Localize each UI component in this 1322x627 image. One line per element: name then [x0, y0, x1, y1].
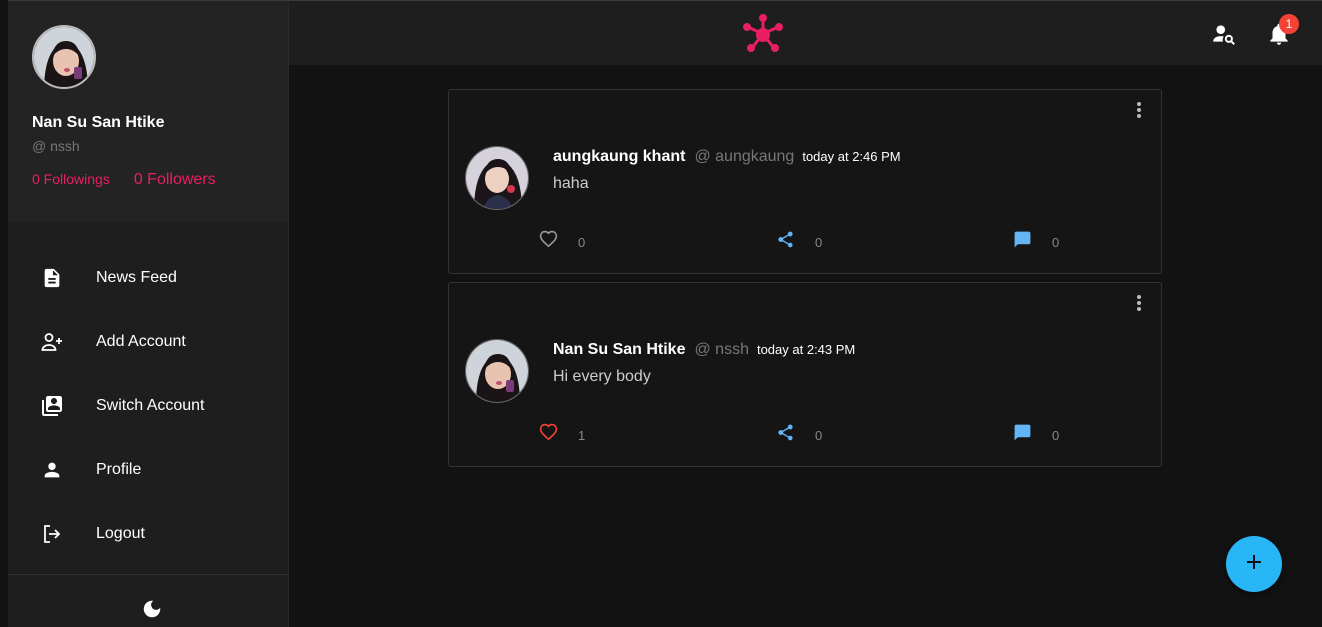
- dark-mode-toggle[interactable]: [140, 599, 164, 623]
- follow-stats: 0 Followings 0 Followers: [32, 171, 264, 189]
- sidebar-item-label: Profile: [96, 461, 142, 478]
- post-timestamp: today at 2:46 PM: [802, 149, 901, 164]
- like-count: 0: [578, 234, 586, 250]
- like-button[interactable]: 0: [539, 230, 585, 254]
- share-button[interactable]: 0: [776, 423, 822, 447]
- avatar[interactable]: [32, 25, 96, 89]
- like-button[interactable]: 1: [539, 423, 585, 447]
- post-timestamp: today at 2:43 PM: [756, 342, 856, 357]
- top-bar: 1: [289, 0, 1322, 65]
- sidebar-item-label: Logout: [96, 525, 145, 542]
- moon-icon: [141, 598, 163, 625]
- create-post-button[interactable]: [1226, 536, 1282, 592]
- sidebar-item-profile[interactable]: Profile: [8, 438, 288, 502]
- share-count: 0: [815, 234, 823, 250]
- sidebar-item-label: Add Account: [96, 333, 186, 350]
- followers-link[interactable]: 0 Followers: [134, 171, 216, 189]
- left-edge: [0, 0, 8, 627]
- followings-link[interactable]: 0 Followings: [32, 171, 110, 187]
- share-icon: [776, 423, 795, 447]
- post-author-handle: @ nssh: [694, 341, 749, 358]
- comment-icon: [1013, 230, 1032, 254]
- plus-icon: [1244, 552, 1264, 577]
- comment-button[interactable]: 0: [1013, 230, 1059, 254]
- share-count: 0: [815, 427, 823, 443]
- notification-badge: 1: [1279, 14, 1299, 34]
- share-button[interactable]: 0: [776, 230, 822, 254]
- comment-count: 0: [1052, 427, 1060, 443]
- article-icon: [40, 266, 64, 290]
- sidebar: Nan Su San Htike @ nssh 0 Followings 0 F…: [8, 0, 289, 627]
- post-header: aungkaung khant @ aungkaung today at 2:4…: [553, 148, 901, 166]
- share-icon: [776, 230, 795, 254]
- avatar[interactable]: [465, 339, 529, 403]
- post-body: haha: [553, 175, 589, 192]
- bell-icon: [1266, 23, 1292, 51]
- sidebar-item-add-account[interactable]: Add Account: [8, 310, 288, 374]
- sidebar-divider: [8, 574, 288, 575]
- more-vert-icon[interactable]: [1131, 293, 1147, 313]
- switch-account-icon: [40, 394, 64, 418]
- sidebar-item-switch-account[interactable]: Switch Account: [8, 374, 288, 438]
- post-header: Nan Su San Htike @ nssh today at 2:43 PM: [553, 341, 855, 359]
- post-body: Hi every body: [553, 368, 651, 385]
- sidebar-nav: News Feed Add Account Switch Account Pro…: [8, 222, 288, 566]
- profile-handle: @ nssh: [32, 138, 80, 154]
- profile-card: Nan Su San Htike @ nssh 0 Followings 0 F…: [8, 1, 288, 222]
- post-author-name[interactable]: Nan Su San Htike: [553, 341, 685, 359]
- person-icon: [40, 458, 64, 482]
- hub-logo-icon[interactable]: [742, 13, 784, 55]
- more-vert-icon[interactable]: [1131, 100, 1147, 120]
- profile-name: Nan Su San Htike: [32, 114, 165, 131]
- comment-count: 0: [1052, 234, 1060, 250]
- sidebar-item-label: Switch Account: [96, 397, 205, 414]
- like-count: 1: [578, 427, 586, 443]
- person-search-icon[interactable]: [1211, 21, 1237, 47]
- comment-icon: [1013, 423, 1032, 447]
- sidebar-item-logout[interactable]: Logout: [8, 502, 288, 566]
- app-root: Nan Su San Htike @ nssh 0 Followings 0 F…: [0, 0, 1322, 627]
- heart-outline-icon: [539, 423, 558, 447]
- post-card: aungkaung khant @ aungkaung today at 2:4…: [448, 89, 1162, 274]
- sidebar-item-label: News Feed: [96, 269, 177, 286]
- logout-icon: [40, 522, 64, 546]
- avatar[interactable]: [465, 146, 529, 210]
- person-add-icon: [40, 330, 64, 354]
- post-author-name[interactable]: aungkaung khant: [553, 148, 685, 166]
- post-card: Nan Su San Htike @ nssh today at 2:43 PM…: [448, 282, 1162, 467]
- heart-outline-icon: [539, 230, 558, 254]
- sidebar-item-news-feed[interactable]: News Feed: [8, 246, 288, 310]
- comment-button[interactable]: 0: [1013, 423, 1059, 447]
- post-author-handle: @ aungkaung: [694, 148, 795, 165]
